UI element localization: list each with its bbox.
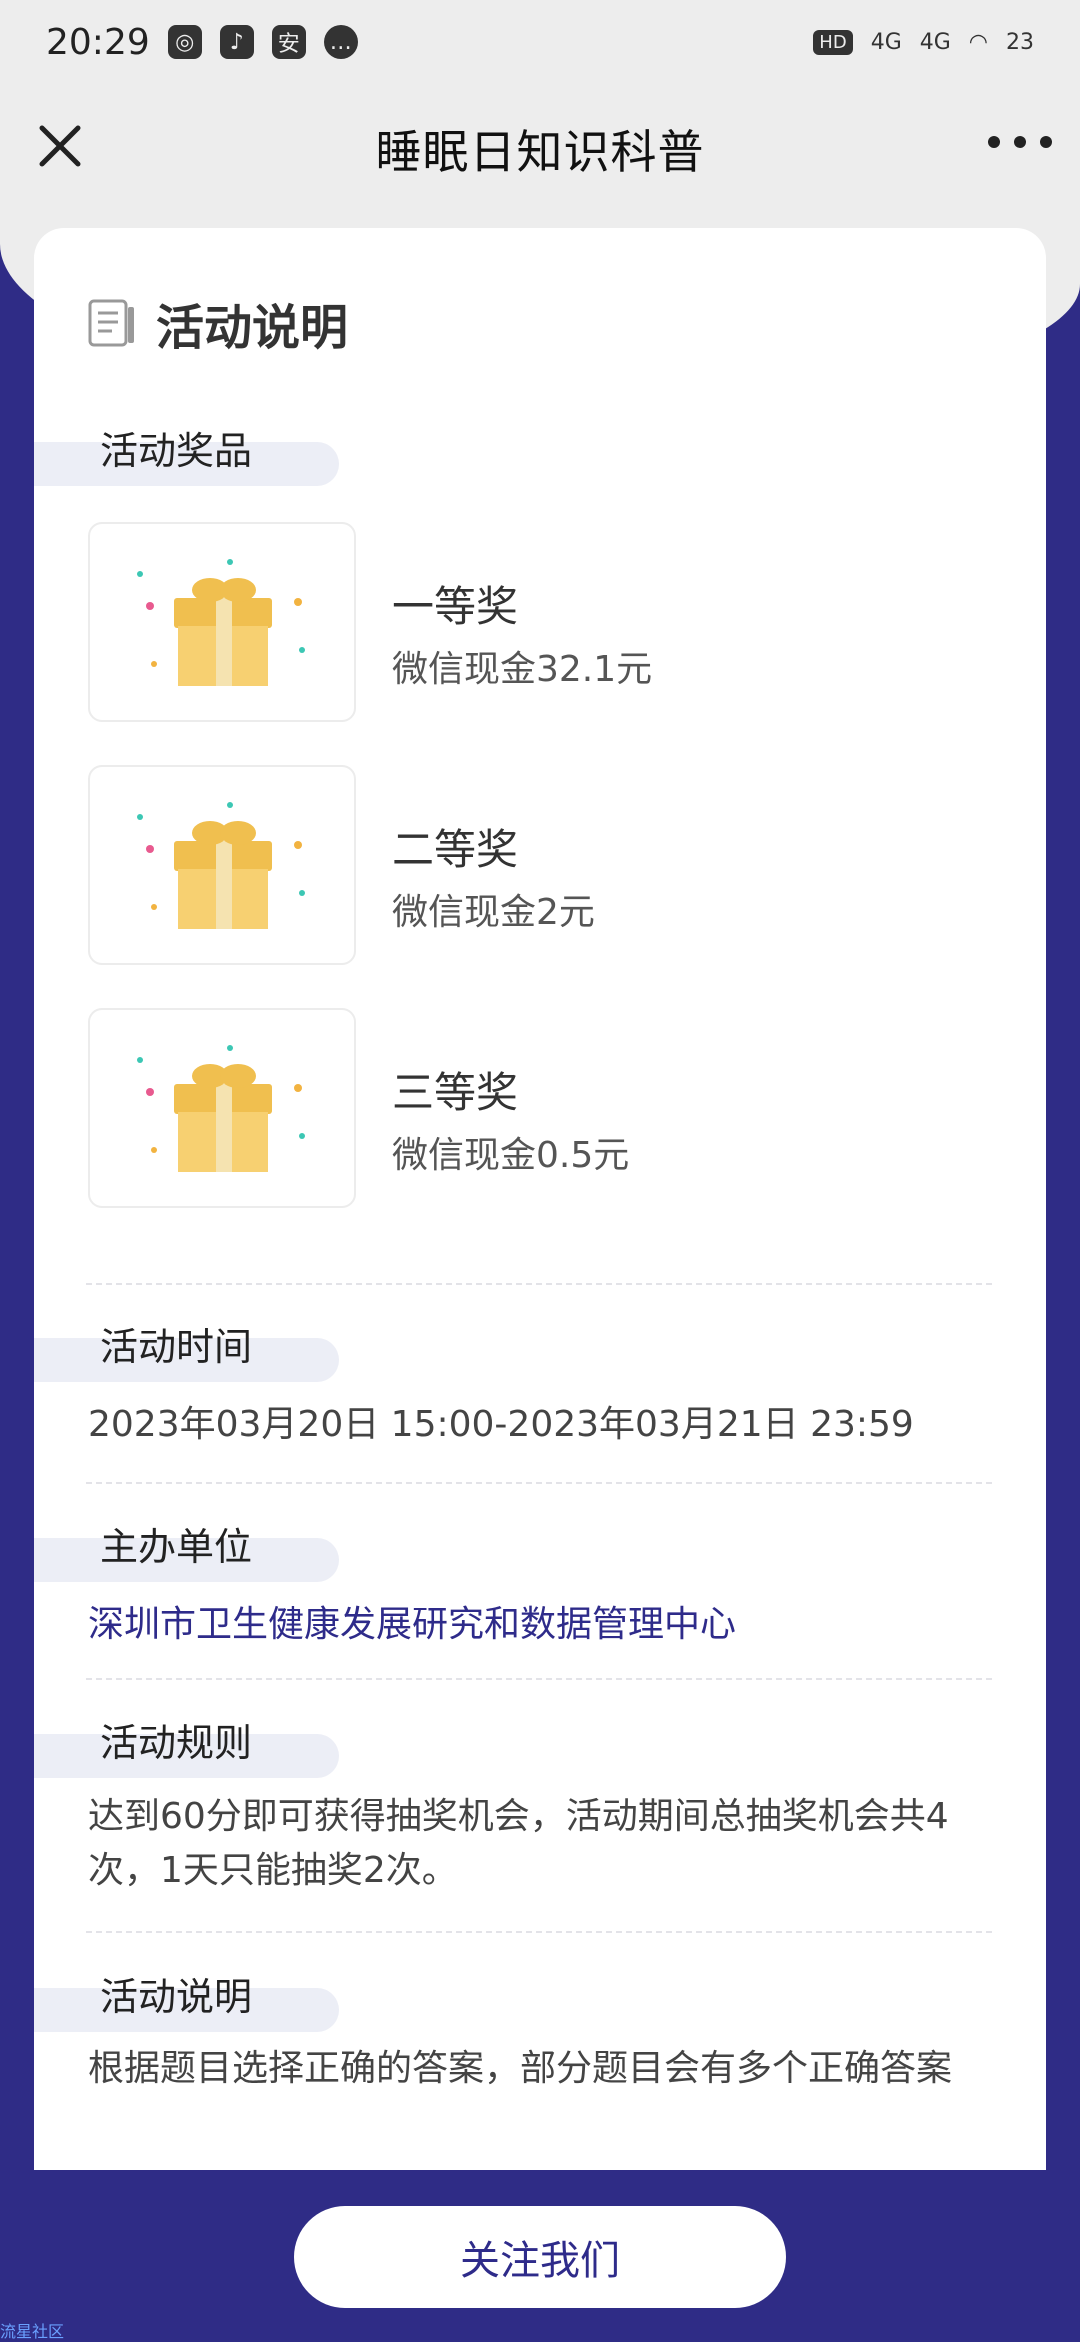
gift-icon	[137, 559, 305, 686]
close-icon[interactable]	[30, 116, 90, 176]
divider	[86, 1283, 992, 1285]
battery-level: 23	[1006, 29, 1034, 55]
description-label: 活动说明	[100, 1975, 253, 2019]
divider	[86, 1482, 992, 1484]
follow-us-button[interactable]: 关注我们	[294, 2206, 786, 2308]
status-time: 20:29	[46, 21, 150, 63]
section-title: 活动说明	[156, 300, 349, 356]
signal-4g-icon-2: 4G	[919, 29, 951, 55]
prizes-label: 活动奖品	[100, 429, 253, 473]
signal-4g-icon: 4G	[870, 29, 902, 55]
info-card: 活动说明 活动奖品 一等奖 微信现金32.1元 二等奖 微信现金2元 三等奖 微…	[34, 228, 1046, 2170]
prize-image-3	[88, 1008, 356, 1208]
time-label: 活动时间	[100, 1325, 253, 1369]
page-title: 睡眠日知识科普	[375, 125, 705, 179]
prize-desc-3: 微信现金0.5元	[392, 1135, 630, 1176]
divider	[86, 1931, 992, 1933]
prize-image-2	[88, 765, 356, 965]
rules-label: 活动规则	[100, 1721, 253, 1765]
tiktok-icon: ♪	[219, 25, 254, 59]
app-notification-icon: ◎	[167, 25, 202, 59]
more-menu-icon[interactable]	[988, 122, 1052, 162]
prize-image-1	[88, 522, 356, 722]
status-left: 20:29 ◎ ♪ 安 …	[46, 22, 358, 63]
prize-desc-2: 微信现金2元	[392, 892, 595, 933]
gift-icon	[137, 1045, 305, 1172]
rules-text: 达到60分即可获得抽奖机会，活动期间总抽奖机会共4次，1天只能抽奖2次。	[88, 1796, 949, 1891]
prize-desc-1: 微信现金32.1元	[392, 649, 653, 690]
hd-voice-icon: HD	[813, 29, 853, 55]
divider	[86, 1678, 992, 1680]
organizer-link[interactable]: 深圳市卫生健康发展研究和数据管理中心	[88, 1598, 1008, 1652]
gift-icon	[137, 802, 305, 929]
status-right: HD 4G 4G ◠ 23	[813, 29, 1034, 55]
document-icon	[88, 299, 134, 347]
status-bar: 20:29 ◎ ♪ 安 … HD 4G 4G ◠ 23	[0, 0, 1080, 84]
prize-name-2: 二等奖	[392, 825, 519, 874]
wifi-icon: ◠	[968, 29, 988, 55]
watermark: 流星社区	[0, 2322, 65, 2341]
time-value: 2023年03月20日 15:00-2023年03月21日 23:59	[88, 1404, 914, 1445]
organizer-label: 主办单位	[100, 1525, 253, 1569]
prize-name-3: 三等奖	[392, 1068, 519, 1117]
nav-bar: 睡眠日知识科普	[0, 84, 1080, 214]
section-header: 活动说明	[86, 288, 348, 358]
prize-name-1: 一等奖	[392, 582, 519, 631]
description-text: 根据题目选择正确的答案，部分题目会有多个正确答案	[88, 2048, 953, 2089]
app-notification-icon: 安	[271, 25, 306, 59]
message-icon: …	[323, 25, 358, 59]
